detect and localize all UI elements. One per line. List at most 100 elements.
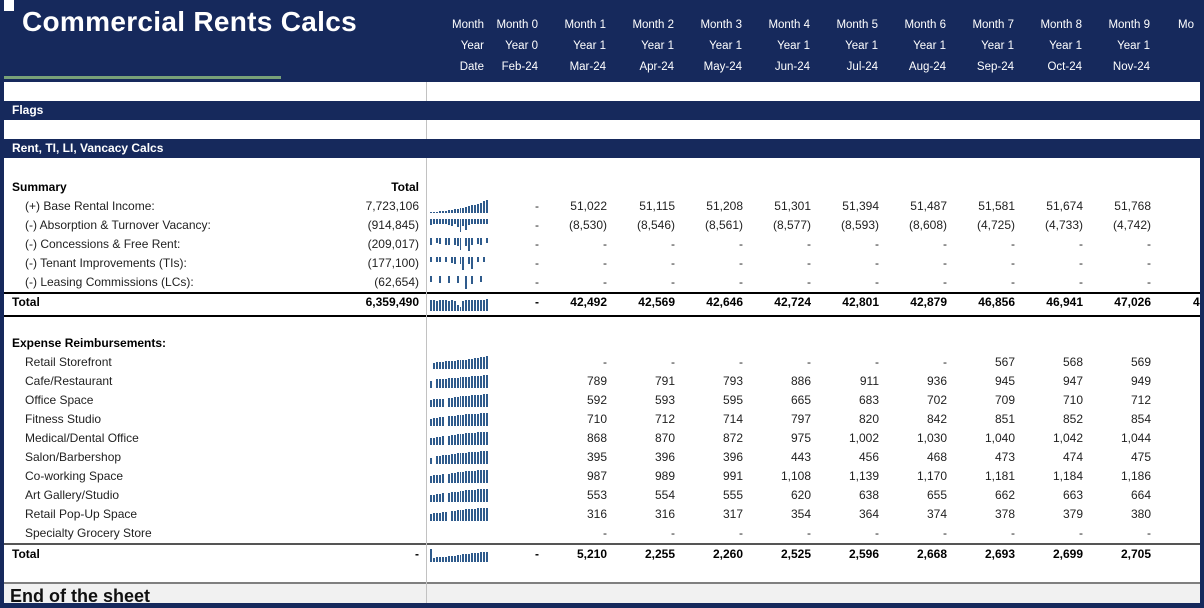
- row-label-cell[interactable]: Art Gallery/Studio: [4, 486, 297, 505]
- value-cell-month-1[interactable]: -: [545, 273, 613, 292]
- clipped-value-cell[interactable]: [1157, 254, 1200, 273]
- value-cell-month-8[interactable]: (4,733): [1021, 216, 1089, 235]
- row-total-cell[interactable]: (62,654): [297, 273, 427, 292]
- value-cell-month-9[interactable]: 569: [1089, 353, 1157, 372]
- clipped-value-cell[interactable]: 4: [1157, 294, 1200, 315]
- value-cell-month-2[interactable]: 870: [613, 429, 681, 448]
- value-cell-month-3[interactable]: 317: [681, 505, 749, 524]
- value-cell-month-5[interactable]: 456: [817, 448, 885, 467]
- value-cell-month-8[interactable]: 474: [1021, 448, 1089, 467]
- value-cell-month-5[interactable]: 1,002: [817, 429, 885, 448]
- value-cell-month-4[interactable]: 51,301: [749, 197, 817, 216]
- value-cell-month-5[interactable]: 820: [817, 410, 885, 429]
- value-cell-month-1[interactable]: 868: [545, 429, 613, 448]
- clipped-value-cell[interactable]: [1157, 410, 1200, 429]
- row-total-cell[interactable]: [297, 524, 427, 543]
- value-cell-month-7[interactable]: 662: [953, 486, 1021, 505]
- value-cell-month-4[interactable]: 1,108: [749, 467, 817, 486]
- clipped-value-cell[interactable]: [1157, 372, 1200, 391]
- value-cell-month-6[interactable]: 374: [885, 505, 953, 524]
- value-cell-month-0[interactable]: [491, 353, 545, 372]
- value-cell-month-6[interactable]: -: [885, 273, 953, 292]
- month-column-header[interactable]: Month 0 Year 0 Feb-24: [490, 0, 544, 82]
- month-column-header[interactable]: Month 4 Year 1 Jun-24: [748, 0, 816, 82]
- value-cell-month-4[interactable]: 886: [749, 372, 817, 391]
- summary-heading[interactable]: Summary: [4, 178, 297, 197]
- value-cell-month-5[interactable]: 1,139: [817, 467, 885, 486]
- row-label-cell[interactable]: (-) Absorption & Turnover Vacancy:: [4, 216, 297, 235]
- value-cell-month-0[interactable]: [491, 410, 545, 429]
- month-column-header[interactable]: Month 6 Year 1 Aug-24: [884, 0, 952, 82]
- row-label-cell[interactable]: Co-working Space: [4, 467, 297, 486]
- value-cell-month-0[interactable]: -: [491, 273, 545, 292]
- row-total-cell[interactable]: (177,100): [297, 254, 427, 273]
- value-cell-month-6[interactable]: 842: [885, 410, 953, 429]
- value-cell-month-8[interactable]: 1,184: [1021, 467, 1089, 486]
- value-cell-month-6[interactable]: -: [885, 353, 953, 372]
- value-cell-month-8[interactable]: 568: [1021, 353, 1089, 372]
- clipped-value-cell[interactable]: [1157, 235, 1200, 254]
- row-label-cell[interactable]: Retail Pop-Up Space: [4, 505, 297, 524]
- value-cell-month-0[interactable]: -: [491, 235, 545, 254]
- value-cell-month-9[interactable]: -: [1089, 235, 1157, 254]
- value-cell-month-5[interactable]: -: [817, 353, 885, 372]
- value-cell-month-7[interactable]: 378: [953, 505, 1021, 524]
- expenses-heading[interactable]: Expense Reimbursements:: [4, 334, 297, 353]
- row-total-cell[interactable]: [297, 429, 427, 448]
- value-cell-month-7[interactable]: 709: [953, 391, 1021, 410]
- value-cell-month-4[interactable]: -: [749, 254, 817, 273]
- value-cell-month-3[interactable]: (8,561): [681, 216, 749, 235]
- value-cell-month-4[interactable]: -: [749, 235, 817, 254]
- value-cell-month-3[interactable]: 991: [681, 467, 749, 486]
- value-cell-month-2[interactable]: -: [613, 273, 681, 292]
- value-cell-month-3[interactable]: 555: [681, 486, 749, 505]
- value-cell-month-4[interactable]: 42,724: [749, 294, 817, 315]
- value-cell-month-3[interactable]: 872: [681, 429, 749, 448]
- clipped-value-cell[interactable]: [1157, 273, 1200, 292]
- value-cell-month-9[interactable]: -: [1089, 254, 1157, 273]
- value-cell-month-0[interactable]: [491, 505, 545, 524]
- row-label-cell[interactable]: (-) Tenant Improvements (TIs):: [4, 254, 297, 273]
- value-cell-month-6[interactable]: 936: [885, 372, 953, 391]
- value-cell-month-6[interactable]: 702: [885, 391, 953, 410]
- value-cell-month-9[interactable]: 475: [1089, 448, 1157, 467]
- value-cell-month-4[interactable]: 620: [749, 486, 817, 505]
- value-cell-month-6[interactable]: 1,170: [885, 467, 953, 486]
- value-cell-month-9[interactable]: 47,026: [1089, 294, 1157, 315]
- end-of-sheet-label[interactable]: End of the sheet: [4, 584, 1200, 608]
- clipped-value-cell[interactable]: [1157, 216, 1200, 235]
- clipped-value-cell[interactable]: [1157, 524, 1200, 543]
- value-cell-month-7[interactable]: 1,181: [953, 467, 1021, 486]
- value-cell-month-2[interactable]: 51,115: [613, 197, 681, 216]
- row-total-cell[interactable]: [297, 467, 427, 486]
- value-cell-month-3[interactable]: 714: [681, 410, 749, 429]
- value-cell-month-7[interactable]: 945: [953, 372, 1021, 391]
- clipped-value-cell[interactable]: [1157, 448, 1200, 467]
- value-cell-month-4[interactable]: (8,577): [749, 216, 817, 235]
- value-cell-month-5[interactable]: (8,593): [817, 216, 885, 235]
- row-total-cell[interactable]: 6,359,490: [297, 294, 427, 315]
- value-cell-month-5[interactable]: 911: [817, 372, 885, 391]
- month-column-header[interactable]: Month 9 Year 1 Nov-24: [1088, 0, 1156, 82]
- value-cell-month-6[interactable]: -: [885, 524, 953, 543]
- value-cell-month-9[interactable]: 1,044: [1089, 429, 1157, 448]
- value-cell-month-6[interactable]: 655: [885, 486, 953, 505]
- month-column-header[interactable]: Month 1 Year 1 Mar-24: [544, 0, 612, 82]
- value-cell-month-2[interactable]: 2,255: [613, 545, 681, 565]
- row-label-cell[interactable]: Medical/Dental Office: [4, 429, 297, 448]
- value-cell-month-1[interactable]: 395: [545, 448, 613, 467]
- value-cell-month-2[interactable]: -: [613, 524, 681, 543]
- value-cell-month-4[interactable]: 665: [749, 391, 817, 410]
- value-cell-month-3[interactable]: -: [681, 235, 749, 254]
- value-cell-month-7[interactable]: -: [953, 254, 1021, 273]
- value-cell-month-2[interactable]: 593: [613, 391, 681, 410]
- value-cell-month-9[interactable]: 854: [1089, 410, 1157, 429]
- value-cell-month-1[interactable]: 710: [545, 410, 613, 429]
- section-bar-flags[interactable]: Flags: [4, 101, 1200, 120]
- value-cell-month-3[interactable]: -: [681, 524, 749, 543]
- value-cell-month-8[interactable]: 710: [1021, 391, 1089, 410]
- value-cell-month-5[interactable]: -: [817, 273, 885, 292]
- value-cell-month-7[interactable]: 46,856: [953, 294, 1021, 315]
- value-cell-month-6[interactable]: -: [885, 235, 953, 254]
- row-label-cell[interactable]: Salon/Barbershop: [4, 448, 297, 467]
